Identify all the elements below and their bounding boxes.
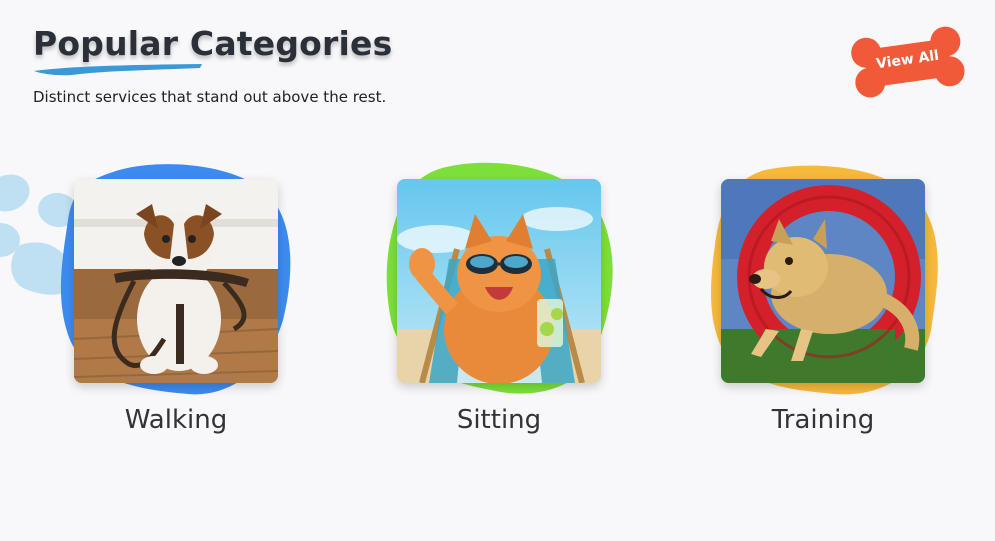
title-underline-brush	[34, 64, 202, 76]
page-subtitle: Distinct services that stand out above t…	[33, 88, 387, 106]
category-label-sitting[interactable]: Sitting	[381, 405, 617, 435]
page-title: Popular Categories	[33, 24, 393, 63]
category-image-sitting[interactable]	[397, 179, 601, 383]
popular-categories-section: Popular Categories Distinct services tha…	[0, 0, 995, 541]
category-label-walking[interactable]: Walking	[58, 405, 294, 435]
category-image-training[interactable]	[721, 179, 925, 383]
view-all-button[interactable]: View All	[846, 22, 970, 104]
category-image-walking[interactable]	[74, 179, 278, 383]
category-card-sitting[interactable]: Sitting	[381, 160, 613, 450]
category-label-training[interactable]: Training	[705, 405, 941, 435]
category-card-walking[interactable]: Walking	[58, 160, 291, 450]
category-card-training[interactable]: Training	[705, 160, 938, 450]
